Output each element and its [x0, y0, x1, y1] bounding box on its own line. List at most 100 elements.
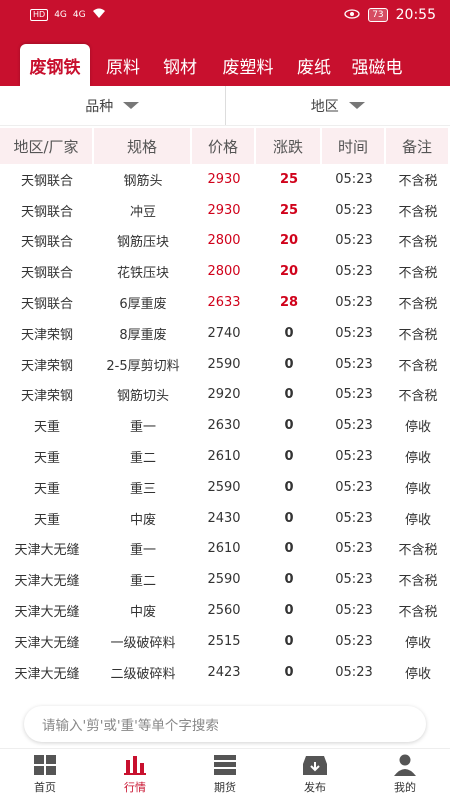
- battery-icon: 73: [368, 8, 388, 22]
- table-row[interactable]: 天重 重一 2630 0 05:23 停收: [0, 410, 450, 441]
- nav-market-label: 行情: [124, 781, 146, 794]
- table-row[interactable]: 天津大无缝 一级破碎料 2515 0 05:23 停收: [0, 626, 450, 657]
- bottom-navigation: 首页 行情 期货 发布 我的: [0, 748, 450, 800]
- header-region[interactable]: 地区/厂家: [0, 128, 94, 164]
- cell-time: 05:23: [335, 603, 373, 619]
- cell-price: 2800: [207, 233, 241, 249]
- cell-note: 停收: [404, 420, 431, 436]
- tab-steel[interactable]: 钢材: [154, 44, 206, 86]
- clock-time: 20:55: [395, 7, 436, 23]
- home-grid-icon: [33, 754, 57, 776]
- cell-note: 不含税: [398, 297, 438, 313]
- cell-spec: 钢筋切头: [116, 389, 169, 405]
- nav-publish[interactable]: 发布: [270, 749, 360, 800]
- cell-note: 停收: [404, 481, 431, 497]
- cell-change: 0: [284, 572, 294, 588]
- table-row[interactable]: 天重 重三 2590 0 05:23 停收: [0, 472, 450, 503]
- cell-change: 0: [284, 633, 294, 649]
- table-row[interactable]: 天钢联合 钢筋头 2930 25 05:23 不含税: [0, 164, 450, 195]
- cell-spec: 一级破碎料: [110, 635, 176, 651]
- table-row[interactable]: 天津荣钢 8厚重废 2740 0 05:23 不含税: [0, 318, 450, 349]
- cell-time: 05:23: [335, 202, 373, 218]
- table-row[interactable]: 天津大无缝 重一 2610 0 05:23 不含税: [0, 534, 450, 565]
- cell-region: 天津荣钢: [20, 358, 73, 374]
- cell-change: 0: [284, 418, 294, 434]
- nav-market[interactable]: 行情: [90, 749, 180, 800]
- cell-change: 0: [284, 603, 294, 619]
- cell-spec: 2-5厚剪切料: [106, 358, 180, 374]
- nav-futures[interactable]: 期货: [180, 749, 270, 800]
- cell-note: 不含税: [398, 574, 438, 590]
- table-row[interactable]: 天重 中废 2430 0 05:23 停收: [0, 503, 450, 534]
- nav-home[interactable]: 首页: [0, 749, 90, 800]
- header-spec[interactable]: 规格: [94, 128, 192, 164]
- signal-icon-2: 4G: [72, 10, 86, 20]
- table-row[interactable]: 天津荣钢 钢筋切头 2920 0 05:23 不含税: [0, 380, 450, 411]
- tab-scrap-steel[interactable]: 废钢铁: [20, 44, 90, 86]
- cell-time: 05:23: [335, 541, 373, 557]
- signal-icon: 4G: [54, 10, 67, 20]
- region-filter[interactable]: 地区: [224, 86, 450, 125]
- search-input[interactable]: 请输入'剪'或'重'等单个字搜索: [24, 706, 426, 742]
- cell-time: 05:23: [335, 171, 373, 187]
- cell-region: 天重: [33, 512, 60, 528]
- tab-magnetic[interactable]: 强磁电: [344, 44, 410, 86]
- table-row[interactable]: 天津荣钢 2-5厚剪切料 2590 0 05:23 不含税: [0, 349, 450, 380]
- variety-filter-label: 品种: [85, 98, 114, 115]
- cell-note: 不含税: [398, 605, 438, 621]
- cell-change: 25: [279, 202, 299, 218]
- tab-raw-material[interactable]: 原料: [96, 44, 150, 86]
- header-price[interactable]: 价格: [192, 128, 256, 164]
- cell-price: 2630: [207, 418, 241, 434]
- table-row[interactable]: 天重 重二 2610 0 05:23 停收: [0, 441, 450, 472]
- futures-list-icon: [213, 754, 237, 776]
- variety-filter[interactable]: 品种: [0, 86, 225, 125]
- nav-profile[interactable]: 我的: [360, 749, 450, 800]
- publish-box-icon: [302, 754, 328, 776]
- cell-price: 2430: [207, 510, 241, 526]
- cell-note: 停收: [404, 635, 431, 651]
- cell-spec: 钢筋头: [123, 173, 163, 189]
- header-note[interactable]: 备注: [386, 128, 450, 164]
- cell-price: 2920: [207, 387, 241, 403]
- table-row[interactable]: 天津大无缝 中废 2560 0 05:23 不含税: [0, 595, 450, 626]
- table-row[interactable]: 天钢联合 冲豆 2930 25 05:23 不含税: [0, 195, 450, 226]
- cell-time: 05:23: [335, 264, 373, 280]
- nav-publish-label: 发布: [304, 781, 326, 794]
- cell-price: 2930: [207, 171, 241, 187]
- cell-price: 2423: [207, 664, 241, 680]
- cell-spec: 中废: [129, 512, 156, 528]
- cell-spec: 钢筋压块: [116, 235, 169, 251]
- cell-spec: 8厚重废: [119, 327, 167, 343]
- tab-scrap-plastic[interactable]: 废塑料: [212, 44, 284, 86]
- cell-spec: 6厚重废: [119, 297, 167, 313]
- table-row[interactable]: 天钢联合 6厚重废 2633 28 05:23 不含税: [0, 287, 450, 318]
- table-row[interactable]: 天津大无缝 重二 2590 0 05:23 不含税: [0, 564, 450, 595]
- cell-region: 天津大无缝: [14, 574, 80, 590]
- nav-futures-label: 期货: [214, 781, 236, 794]
- cell-note: 不含税: [398, 389, 438, 405]
- tab-scrap-paper[interactable]: 废纸: [288, 44, 340, 86]
- cell-change: 0: [284, 510, 294, 526]
- cell-spec: 重二: [129, 574, 156, 590]
- search-placeholder: 请输入'剪'或'重'等单个字搜索: [42, 718, 219, 734]
- header-change[interactable]: 涨跌: [256, 128, 322, 164]
- cell-note: 不含税: [398, 204, 438, 220]
- cell-price: 2590: [207, 356, 241, 372]
- table-row[interactable]: 天津大无缝 二级破碎料 2423 0 05:23 停收: [0, 657, 450, 688]
- header-time[interactable]: 时间: [322, 128, 386, 164]
- nav-profile-label: 我的: [394, 781, 416, 794]
- wifi-icon: [92, 8, 106, 22]
- price-table[interactable]: 天钢联合 钢筋头 2930 25 05:23 不含税 天钢联合 冲豆 2930 25 05:23 不含…: [0, 164, 450, 700]
- cell-time: 05:23: [335, 356, 373, 372]
- cell-time: 05:23: [335, 479, 373, 495]
- cell-region: 天重: [33, 481, 60, 497]
- cell-region: 天津大无缝: [14, 666, 80, 682]
- filter-bar: 品种 地区: [0, 86, 450, 126]
- cell-note: 停收: [404, 666, 431, 682]
- table-row[interactable]: 天钢联合 钢筋压块 2800 20 05:23 不含税: [0, 226, 450, 257]
- cell-price: 2610: [207, 449, 241, 465]
- cell-note: 停收: [404, 512, 431, 528]
- chevron-down-icon: [348, 102, 365, 109]
- table-row[interactable]: 天钢联合 花铁压块 2800 20 05:23 不含税: [0, 256, 450, 287]
